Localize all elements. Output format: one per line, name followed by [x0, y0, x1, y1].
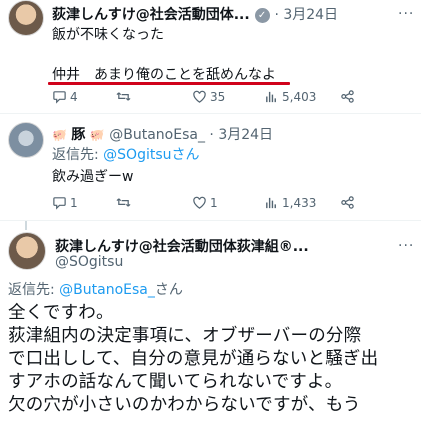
tweet-text-line: で口出しして、自分の意見が通らないと騒ぎ出 [8, 349, 379, 369]
tweet-text-line: 全くですわ。 [8, 303, 114, 323]
tweet-text-line: すアホの話なんて聞いてられないですよ。 [8, 372, 343, 392]
tweet-body: 全くですわ。 荻津組内の決定事項に、オブザーバーの分際 で口出しして、自分の意見… [8, 302, 378, 417]
author-name[interactable]: 荻津しんすけ@社会活動団体荻津組®... [55, 236, 309, 256]
like-button[interactable]: 35 [192, 89, 264, 104]
view-count: 1,433 [282, 195, 317, 210]
reply-count: 1 [70, 195, 78, 210]
avatar[interactable] [8, 0, 44, 36]
pig-icon: 🐖 [89, 128, 105, 142]
reply-button[interactable]: 1 [52, 195, 116, 210]
like-count: 35 [210, 89, 226, 104]
reply-to-handle-link[interactable]: @ButanoEsa_ [59, 282, 155, 298]
like-button[interactable]: 1 [192, 195, 264, 210]
tweet-text: 飲み過ぎーw [52, 169, 134, 185]
author-name[interactable]: 荻津しんすけ@社会活動団体... ✓ · 3月24日 [52, 4, 338, 24]
more-icon[interactable]: ··· [398, 238, 414, 254]
reply-count: 4 [70, 89, 78, 104]
view-count: 5,403 [282, 89, 317, 104]
views-icon [266, 91, 276, 103]
author-handle[interactable]: @ButanoEsa_ [109, 127, 205, 143]
divider [0, 113, 421, 114]
tweet-actions: 4 35 5,403 [52, 89, 362, 104]
author-name-text[interactable]: 豚 [71, 127, 85, 143]
pig-icon: 🐖 [52, 128, 67, 142]
highlight-underline [48, 82, 290, 85]
divider [0, 220, 421, 221]
avatar[interactable] [8, 232, 46, 270]
reply-icon [53, 91, 66, 104]
author-name-text[interactable]: 荻津しんすけ@社会活動団体... [52, 7, 250, 23]
tweet-text-line: 荻津組内の決定事項に、オブザーバーの分際 [8, 326, 362, 346]
author-handle[interactable]: @SOgitsu [55, 254, 123, 270]
share-button[interactable] [340, 89, 355, 104]
reply-button[interactable]: 4 [52, 89, 116, 104]
share-icon [341, 196, 354, 209]
heart-icon [193, 196, 206, 209]
verified-badge-icon: ✓ [254, 7, 270, 23]
views-icon [266, 197, 276, 209]
tweet-date[interactable]: · 3月24日 [209, 127, 273, 143]
retweet-icon [116, 92, 131, 101]
retweet-button[interactable] [116, 89, 180, 104]
reply-to-handle-link[interactable]: @SOgitsuさん [103, 147, 199, 163]
reply-to-label: 返信先: [52, 147, 104, 163]
retweet-icon [116, 198, 131, 207]
tweet-text-line: 飯が不味くなった [52, 27, 164, 43]
reply-icon [53, 197, 66, 210]
views-button[interactable]: 1,433 [264, 195, 340, 210]
tweet-actions: 1 1 1,433 [52, 195, 362, 210]
retweet-button[interactable] [116, 195, 180, 210]
more-icon[interactable]: ··· [398, 6, 414, 22]
heart-icon [193, 90, 206, 103]
share-icon [341, 90, 354, 103]
thread-line [25, 221, 27, 230]
reply-to: 返信先: @ButanoEsa_さん [8, 279, 183, 299]
share-button[interactable] [340, 195, 355, 210]
tweet-text-line: 欠の穴が小さいのかわからないですが、もう [8, 395, 361, 415]
reply-to: 返信先: @SOgitsuさん [52, 144, 200, 164]
author-name-text[interactable]: 荻津しんすけ@社会活動団体荻津組®... [55, 239, 309, 255]
author-line: 🐖 豚 🐖 @ButanoEsa_ · 3月24日 [52, 124, 273, 144]
views-button[interactable]: 5,403 [264, 89, 340, 104]
reply-to-suffix: さん [154, 282, 183, 298]
tweet-text-line: 仲井 あまり俺のことを舐めんなよ [52, 67, 276, 83]
avatar[interactable] [8, 122, 44, 158]
reply-to-label: 返信先: [8, 282, 60, 298]
like-count: 1 [210, 195, 218, 210]
tweet-date[interactable]: · 3月24日 [274, 7, 338, 23]
